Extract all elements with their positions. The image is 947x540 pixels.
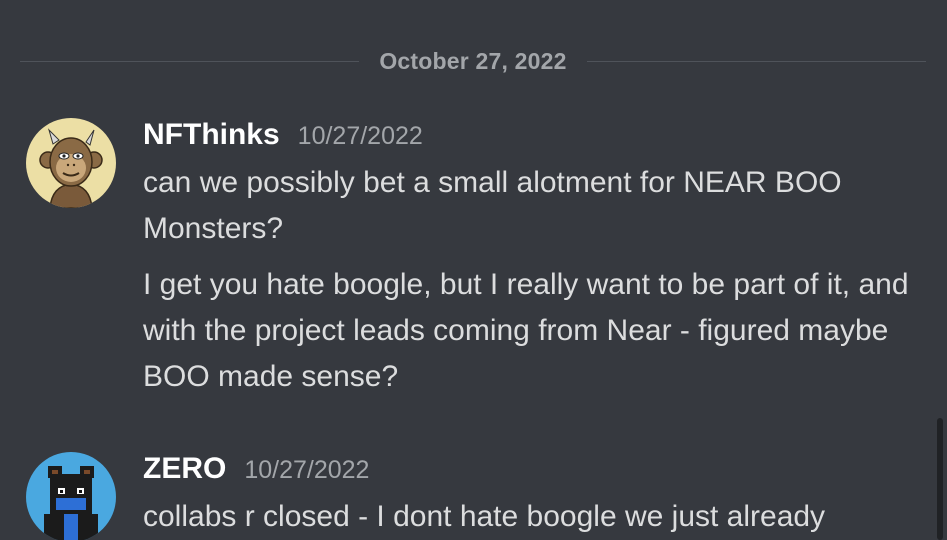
message-username[interactable]: ZERO: [143, 452, 226, 486]
message-header: ZERO 10/27/2022: [143, 452, 923, 494]
scrollbar-thumb[interactable]: [937, 418, 943, 540]
date-divider: October 27, 2022: [20, 38, 926, 84]
divider-line-right: [586, 60, 926, 62]
message-content: NFThinks 10/27/2022 can we possibly bet …: [143, 118, 923, 400]
bored-ape-avatar-icon: [26, 118, 116, 208]
user-avatar[interactable]: [26, 118, 116, 208]
masked-bear-avatar-icon: [26, 452, 116, 540]
message-content: ZERO 10/27/2022 collabs r closed - I don…: [143, 452, 923, 540]
message-timestamp: 10/27/2022: [244, 456, 370, 484]
message-username[interactable]: NFThinks: [143, 118, 280, 152]
message-timestamp: 10/27/2022: [297, 122, 423, 150]
date-divider-label: October 27, 2022: [379, 47, 567, 74]
user-avatar[interactable]: [26, 452, 116, 540]
message-header: NFThinks 10/27/2022: [143, 118, 923, 160]
message-text: I get you hate boogle, but I really want…: [143, 268, 909, 393]
chat-message-list: October 27, 2022 NFThinks 10/27/2022 can…: [0, 0, 947, 540]
message-text: collabs r closed - I dont hate boogle we…: [143, 500, 826, 533]
divider-line-left: [20, 60, 360, 62]
message-text: can we possibly bet a small alotment for…: [143, 166, 842, 245]
